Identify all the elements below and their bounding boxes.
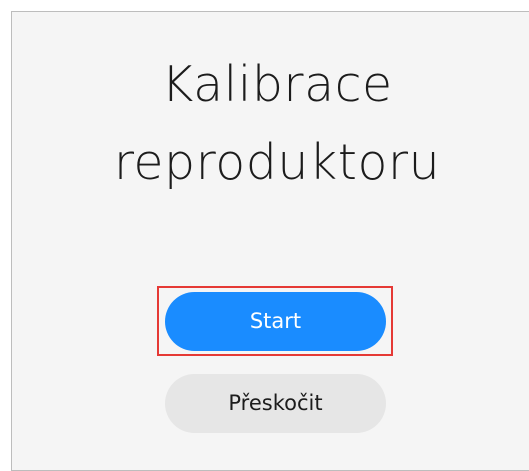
skip-button[interactable]: Přeskočit <box>165 374 386 433</box>
start-button[interactable]: Start <box>165 292 386 351</box>
title-line-2: reproduktoru <box>113 134 441 191</box>
calibration-screen: Kalibrace reproduktoru Start Přeskočit <box>11 11 529 471</box>
title-line-1: Kalibrace <box>161 56 393 113</box>
page-title: Kalibrace reproduktoru <box>12 46 529 202</box>
